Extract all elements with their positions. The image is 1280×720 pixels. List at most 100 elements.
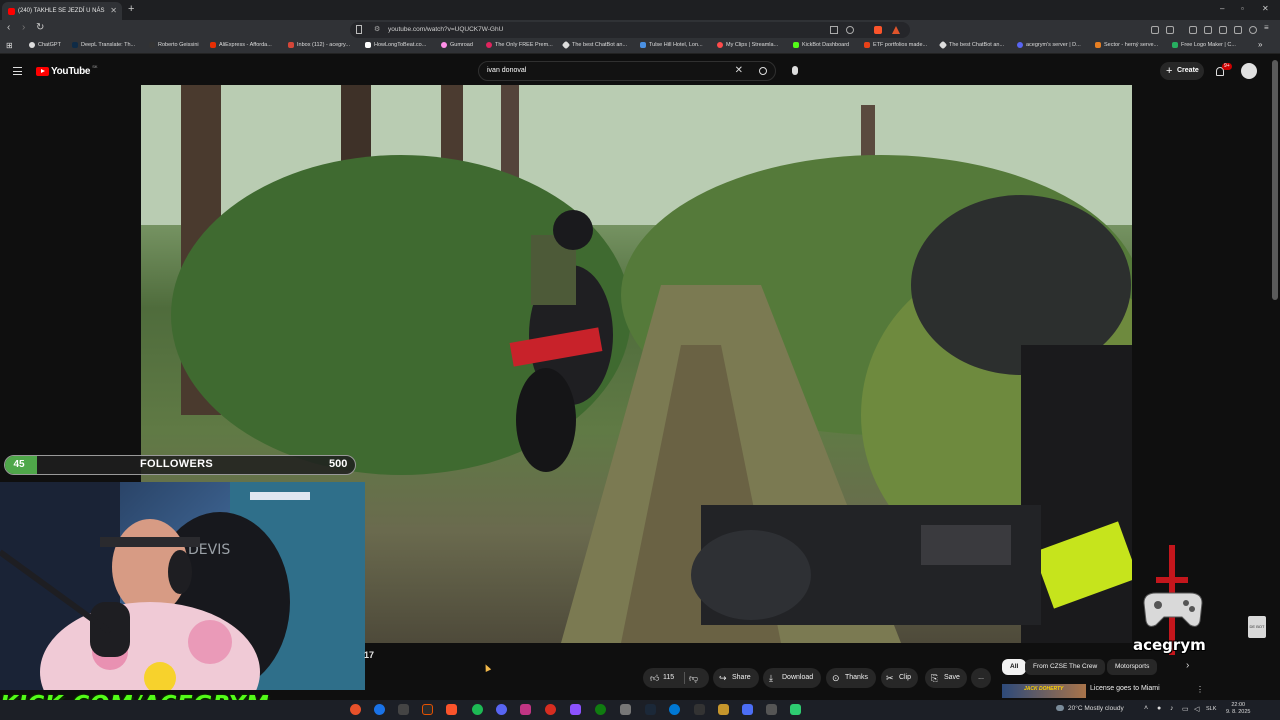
bookmark-item[interactable]: The Only FREE Prem...	[486, 42, 553, 48]
edge-icon[interactable]	[669, 704, 680, 715]
bookmark-item[interactable]: DeepL Translate: Th...	[72, 42, 135, 48]
bookmark-icon[interactable]	[356, 25, 362, 34]
bookmark-item[interactable]: Tulse Hill Hotel, Lon...	[640, 42, 703, 48]
forward-icon[interactable]: ›	[22, 22, 25, 33]
youtube-logo[interactable]: YouTube SK	[36, 64, 98, 77]
app-icon[interactable]	[620, 704, 631, 715]
steam-icon[interactable]	[645, 704, 656, 715]
clip-icon: ✂	[886, 673, 894, 683]
address-bar[interactable]: ⚙ youtube.com/watch?v=UQUCK7W-GhU	[350, 22, 910, 38]
brave-rewards-icon[interactable]	[892, 26, 900, 34]
vpn-icon[interactable]	[1234, 26, 1242, 34]
bookmark-item[interactable]: The best ChatBot an...	[561, 40, 627, 50]
app-icon[interactable]	[694, 704, 705, 715]
system-clock[interactable]: 22:00 9. 8. 2025	[1226, 702, 1250, 716]
bookmark-item[interactable]: HowLongToBeat.co...	[365, 42, 426, 48]
maximize-icon[interactable]: ▫	[1241, 4, 1244, 13]
bookmark-item[interactable]: The best ChatBot an...	[938, 40, 1004, 50]
share-button[interactable]: ↪ Share	[713, 668, 759, 688]
reader-icon[interactable]	[1204, 26, 1212, 34]
discord-icon[interactable]	[496, 704, 507, 715]
spotify-icon[interactable]	[472, 704, 483, 715]
app-icon[interactable]	[718, 704, 729, 715]
opera-icon[interactable]	[545, 704, 556, 715]
reload-icon[interactable]: ↻	[36, 22, 44, 33]
back-icon[interactable]: ‹	[7, 22, 10, 33]
browser-tab-active[interactable]: (240) TAKHLE SE JEZDÍ U NÁS ✕	[2, 2, 122, 20]
close-window-icon[interactable]: ✕	[1262, 4, 1269, 13]
voice-search-icon[interactable]	[792, 66, 798, 75]
app-icon[interactable]	[570, 704, 581, 715]
terminal-icon[interactable]	[398, 704, 409, 715]
tray-overflow-icon[interactable]: ˄	[1144, 705, 1148, 712]
site-info-icon[interactable]: ⚙	[374, 22, 380, 38]
avatar[interactable]	[1241, 63, 1257, 79]
browser-icon[interactable]	[374, 704, 385, 715]
weather-widget[interactable]: 20°C Mostly cloudy	[1056, 705, 1124, 712]
bookmark-item[interactable]: AliExpress - Afforda...	[210, 42, 272, 48]
extension-icon[interactable]	[1151, 26, 1159, 34]
chips-next-icon[interactable]: ›	[1186, 660, 1189, 671]
url-text: youtube.com/watch?v=UQUCK7W-GhU	[388, 26, 504, 33]
clear-search-icon[interactable]: ✕	[735, 62, 743, 80]
music-icon[interactable]	[1189, 26, 1197, 34]
chip-all[interactable]: All	[1002, 659, 1027, 675]
input-language[interactable]: SLK	[1206, 706, 1216, 712]
bookmark-item[interactable]: Free Logo Maker | C...	[1172, 42, 1236, 48]
app-icon[interactable]	[790, 704, 801, 715]
bookmark-item[interactable]: ChatGPT	[29, 42, 61, 48]
tab-close-icon[interactable]: ✕	[110, 6, 117, 15]
minimize-icon[interactable]: –	[1220, 4, 1224, 13]
brave-shield-icon[interactable]	[874, 26, 882, 34]
hamburger-menu-icon[interactable]	[13, 67, 22, 75]
apps-icon[interactable]: ⊞	[6, 41, 13, 50]
firefox-icon[interactable]	[350, 704, 361, 715]
recommended-video-title[interactable]: License goes to Miami	[1090, 685, 1160, 692]
instagram-icon[interactable]	[520, 704, 531, 715]
save-button[interactable]: ⎘ Save	[925, 668, 967, 688]
brave-icon[interactable]	[446, 704, 457, 715]
tray-app-icon[interactable]: ●	[1157, 705, 1161, 712]
video-timecode: 17	[364, 650, 375, 660]
search-icon[interactable]	[759, 67, 767, 75]
new-tab-icon[interactable]: +	[128, 3, 134, 15]
bookmark-item[interactable]: ETF portfolios made...	[864, 42, 927, 48]
dislike-icon[interactable]: 👎︎	[689, 668, 698, 688]
microphone-icon[interactable]: ♪	[1170, 705, 1174, 712]
bookmark-item[interactable]: KickBot Dashboard	[793, 42, 849, 48]
profile-icon[interactable]	[1249, 26, 1257, 34]
chip-from-channel[interactable]: From CZSE The Crew	[1025, 659, 1106, 675]
menu-icon[interactable]: ≡	[1264, 23, 1272, 32]
recommended-video-menu-icon[interactable]: ⋮	[1196, 685, 1204, 694]
xbox-icon[interactable]	[595, 704, 606, 715]
like-icon[interactable]: 👍︎	[650, 668, 659, 688]
webcam-scene: DEVIS	[0, 482, 365, 690]
obs-icon[interactable]	[422, 704, 433, 715]
volume-icon[interactable]: ◁	[1194, 705, 1199, 713]
translate-icon[interactable]	[846, 26, 854, 34]
clip-button[interactable]: ✂ Clip	[881, 668, 918, 688]
more-actions-button[interactable]: ...	[971, 668, 991, 688]
like-count[interactable]: 115	[663, 668, 674, 688]
search-input[interactable]: ivan donoval ✕	[478, 61, 776, 81]
bookmark-item[interactable]: Gumroad	[441, 42, 473, 48]
wallet-icon[interactable]	[1219, 26, 1227, 34]
youtube-play-icon	[36, 67, 49, 76]
bookmark-item[interactable]: acegrym's server | D...	[1017, 42, 1081, 48]
recommended-video-thumbnail[interactable]: JACK DOHERTY	[1002, 684, 1086, 698]
cast-icon[interactable]	[830, 26, 838, 34]
download-button[interactable]: ⤓ Download	[763, 668, 821, 688]
more-bookmarks-icon[interactable]: »	[1258, 40, 1262, 49]
bookmark-item[interactable]: Inbox (112) - acegry...	[288, 42, 350, 48]
bookmark-item[interactable]: Roberto Geissini	[149, 42, 199, 48]
app-icon[interactable]	[742, 704, 753, 715]
page-scrollbar[interactable]	[1272, 60, 1278, 300]
bookmark-item[interactable]: Sector - herný serve...	[1095, 42, 1158, 48]
bookmark-item[interactable]: My Clips | Streamla...	[717, 42, 778, 48]
app-icon[interactable]	[766, 704, 777, 715]
create-button[interactable]: Create	[1160, 62, 1204, 80]
thanks-button[interactable]: ⊙ Thanks	[826, 668, 876, 688]
sidebar-icon[interactable]	[1166, 26, 1174, 34]
chip-motorsports[interactable]: Motorsports	[1107, 659, 1158, 675]
network-icon[interactable]: ▭	[1182, 705, 1189, 713]
